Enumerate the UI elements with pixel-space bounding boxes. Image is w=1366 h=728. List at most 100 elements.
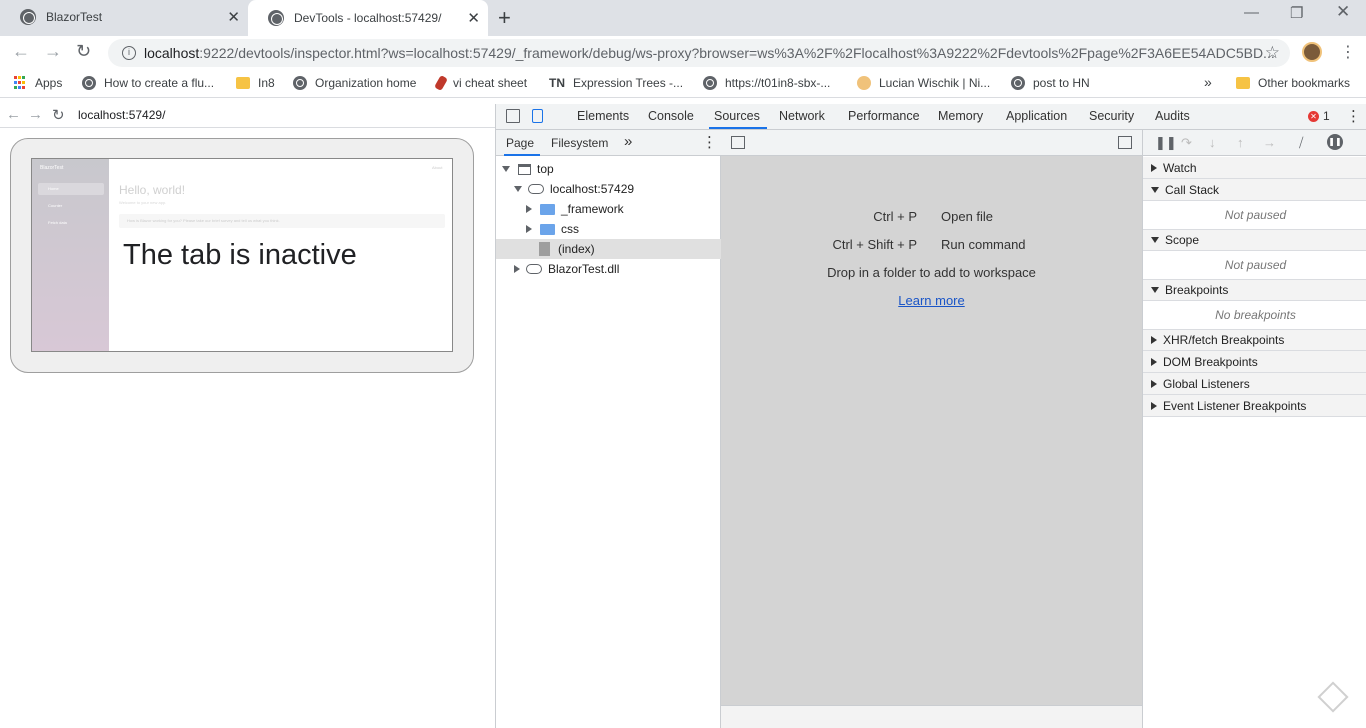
browser-tab-blazortest[interactable]: BlazorTest ✕	[0, 0, 248, 34]
close-icon[interactable]: ✕	[467, 9, 480, 27]
forward-icon[interactable]: →	[44, 41, 62, 62]
tree-item-framework[interactable]: _framework	[496, 199, 721, 219]
device-toolbar-icon[interactable]	[532, 109, 543, 123]
globe-icon	[20, 9, 36, 25]
section-call-stack[interactable]: Call Stack	[1143, 179, 1366, 201]
bookmark-lucian[interactable]: Lucian Wischik | Ni...	[857, 76, 990, 90]
toggle-navigator-icon[interactable]	[731, 136, 745, 149]
reload-icon[interactable]: ↻	[76, 41, 91, 62]
browser-tab-devtools[interactable]: DevTools - localhost:57429/ ✕	[248, 0, 488, 36]
window-close-button[interactable]: ✕	[1336, 2, 1350, 22]
tree-item-index[interactable]: (index)	[496, 239, 721, 259]
reload-icon[interactable]: ↻	[52, 106, 65, 124]
expand-arrow-icon[interactable]	[514, 186, 522, 192]
tab-application[interactable]: Application	[1006, 109, 1067, 123]
section-xhr-breakpoints[interactable]: XHR/fetch Breakpoints	[1143, 329, 1366, 351]
section-scope[interactable]: Scope	[1143, 229, 1366, 251]
app-about-link: About	[432, 165, 443, 170]
apps-grid-icon	[14, 76, 27, 90]
bookmark-label: vi cheat sheet	[453, 76, 528, 90]
shortcut-keys: Ctrl + P	[873, 209, 917, 224]
tab-console[interactable]: Console	[648, 109, 694, 123]
bookmark-label: Lucian Wischik | Ni...	[879, 76, 991, 90]
tree-item-blazortest-dll[interactable]: BlazorTest.dll	[496, 259, 721, 279]
pen-icon	[434, 74, 448, 92]
section-dom-breakpoints[interactable]: DOM Breakpoints	[1143, 351, 1366, 373]
expand-arrow-icon[interactable]	[526, 225, 532, 233]
forward-icon[interactable]: →	[28, 106, 43, 123]
navigator-more-tabs[interactable]: »	[624, 133, 632, 150]
bookmark-sbx[interactable]: https://t01in8-sbx-...	[703, 76, 830, 90]
section-event-listener-breakpoints[interactable]: Event Listener Breakpoints	[1143, 395, 1366, 417]
address-path: :9222/devtools/inspector.html?ws=localho…	[199, 45, 1275, 61]
tree-item-top[interactable]: top	[496, 159, 721, 179]
bookmark-expression-trees[interactable]: TN Expression Trees -...	[549, 76, 683, 90]
screencast-url[interactable]: localhost:57429/	[78, 108, 165, 122]
close-icon[interactable]: ✕	[227, 8, 240, 26]
tab-audits[interactable]: Audits	[1155, 109, 1190, 123]
back-icon[interactable]: ←	[12, 41, 30, 62]
bookmark-in8[interactable]: In8	[236, 76, 275, 90]
learn-more-link[interactable]: Learn more	[721, 293, 1142, 308]
tree-item-localhost[interactable]: localhost:57429	[496, 179, 721, 199]
section-watch[interactable]: Watch	[1143, 157, 1366, 179]
app-heading: Hello, world!	[119, 183, 186, 197]
new-tab-button[interactable]: +	[498, 5, 511, 31]
section-label: Global Listeners	[1163, 376, 1250, 391]
bookmark-vi-cheat-sheet[interactable]: vi cheat sheet	[434, 74, 528, 92]
browser-menu-icon[interactable]: ⋮	[1340, 42, 1356, 62]
file-icon	[539, 242, 550, 256]
inspect-element-icon[interactable]	[506, 109, 520, 123]
more-bookmarks-button[interactable]: »	[1204, 74, 1212, 90]
back-icon[interactable]: ←	[6, 106, 21, 123]
other-bookmarks[interactable]: Other bookmarks	[1236, 76, 1350, 90]
pause-on-exceptions-icon[interactable]: ❚❚	[1327, 134, 1343, 150]
bookmark-post-to-hn[interactable]: post to HN	[1011, 76, 1090, 90]
editor-status-bar	[721, 705, 1142, 728]
bookmark-apps[interactable]: Apps	[14, 76, 62, 90]
profile-avatar[interactable]	[1302, 42, 1322, 62]
expand-arrow-icon[interactable]	[526, 205, 532, 213]
error-count-badge[interactable]: ✕ 1	[1308, 109, 1330, 123]
globe-icon	[293, 76, 307, 90]
info-icon[interactable]: i	[122, 46, 136, 60]
section-label: DOM Breakpoints	[1163, 354, 1258, 369]
app-nav-fetch: Fetch data	[48, 220, 67, 225]
step-over-icon[interactable]: ↷	[1181, 135, 1192, 151]
toggle-debugger-icon[interactable]	[1118, 136, 1132, 149]
section-global-listeners[interactable]: Global Listeners	[1143, 373, 1366, 395]
expand-arrow-icon[interactable]	[502, 166, 510, 172]
tab-title: BlazorTest	[46, 10, 103, 24]
tab-sources[interactable]: Sources	[714, 109, 760, 123]
tab-network[interactable]: Network	[779, 109, 825, 123]
tab-security[interactable]: Security	[1089, 109, 1134, 123]
navigator-tab-page[interactable]: Page	[506, 136, 534, 150]
sources-editor: Ctrl + P Open file Ctrl + Shift + P Run …	[721, 130, 1142, 728]
tab-elements[interactable]: Elements	[577, 109, 629, 123]
devtools-menu-icon[interactable]: ⋮	[1346, 107, 1361, 125]
pause-icon[interactable]: ❚❚	[1155, 135, 1177, 151]
tab-memory[interactable]: Memory	[938, 109, 983, 123]
cloud-icon	[528, 184, 544, 194]
tree-item-css[interactable]: css	[496, 219, 721, 239]
minimize-button[interactable]: —	[1244, 4, 1259, 21]
star-icon[interactable]: ☆	[1265, 43, 1280, 63]
bookmark-organization-home[interactable]: Organization home	[293, 76, 416, 90]
step-out-icon[interactable]: ↑	[1237, 135, 1244, 150]
deactivate-breakpoints-icon[interactable]: ⧸	[1299, 135, 1303, 151]
expand-arrow-icon[interactable]	[514, 265, 520, 273]
step-icon[interactable]: →	[1263, 135, 1276, 150]
restore-button[interactable]: ❐	[1290, 4, 1303, 22]
tab-performance[interactable]: Performance	[848, 109, 920, 123]
section-breakpoints[interactable]: Breakpoints	[1143, 279, 1366, 301]
navigator-tab-filesystem[interactable]: Filesystem	[551, 136, 608, 150]
navigator-menu-icon[interactable]: ⋮	[702, 133, 717, 151]
section-label: Scope	[1165, 233, 1200, 247]
globe-icon	[703, 76, 717, 90]
bookmark-flutter[interactable]: How to create a flu...	[82, 76, 214, 90]
tree-item-label: css	[561, 222, 579, 236]
bookmark-label: Expression Trees -...	[573, 76, 684, 90]
bookmark-label: How to create a flu...	[104, 76, 215, 90]
step-into-icon[interactable]: ↓	[1209, 135, 1216, 150]
address-bar[interactable]: i localhost :9222/devtools/inspector.htm…	[108, 39, 1290, 67]
